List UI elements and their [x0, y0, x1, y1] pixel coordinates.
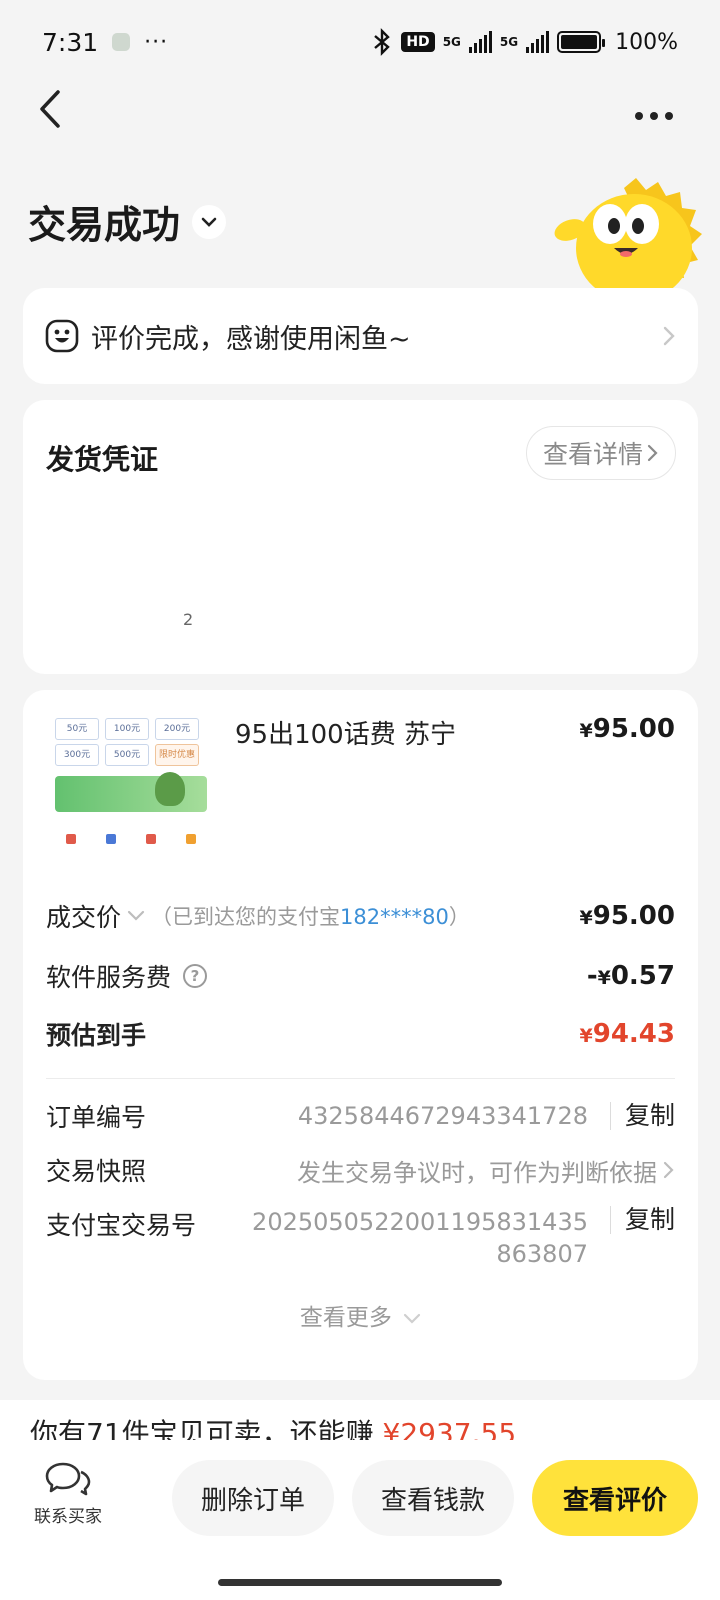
- net-label-2: 5G: [499, 35, 519, 49]
- top-nav: [0, 84, 720, 164]
- bottom-action-bar: 联系买家 删除订单 查看钱款 查看评价: [0, 1440, 720, 1600]
- back-button[interactable]: [30, 84, 70, 134]
- status-bar: 7:31 ··· HD 5G 5G 100%: [0, 0, 720, 84]
- service-fee-label: 软件服务费: [46, 963, 172, 992]
- alipay-trade-number-label: 支付宝交易号: [46, 1211, 197, 1240]
- order-detail-card: 50元 100元 200元 300元 500元 限时优惠 95出100话费 苏宁…: [23, 690, 698, 1380]
- chevron-down-icon: [127, 910, 145, 921]
- chevron-down-icon: [404, 1313, 421, 1324]
- copy-alipay-number-button[interactable]: 复制: [609, 1206, 675, 1234]
- thumb-tile: 500元: [105, 744, 149, 766]
- alipay-trade-number-value: 2025050522001195831435863807: [252, 1208, 588, 1268]
- chevron-down-icon: [201, 217, 217, 227]
- chevron-right-icon: [663, 326, 675, 346]
- xianyu-fish-mascot: [554, 178, 702, 290]
- see-more-label: 查看更多: [299, 1305, 392, 1331]
- order-number-value: 4325844672943341728: [297, 1102, 588, 1130]
- trade-snapshot-value: 发生交易争议时，可作为判断依据: [297, 1158, 657, 1187]
- review-complete-text: 评价完成，感谢使用闲鱼~: [91, 323, 411, 355]
- product-price: ¥95.00: [579, 714, 675, 744]
- chevron-left-icon: [40, 90, 60, 128]
- signal-icon: [468, 31, 492, 53]
- service-fee-row: 软件服务费 ? -¥0.57: [46, 958, 675, 994]
- more-dots-icon: [635, 112, 673, 120]
- status-more-dots: ···: [144, 29, 169, 55]
- help-question-icon[interactable]: ?: [183, 964, 208, 988]
- estimated-income-row: 预估到手 ¥94.43: [46, 1016, 675, 1052]
- chat-bubble-icon: [45, 1462, 91, 1496]
- copy-order-number-button[interactable]: 复制: [609, 1102, 675, 1130]
- status-time: 7:31: [42, 27, 99, 57]
- trade-snapshot-label: 交易快照: [46, 1157, 147, 1186]
- smile-face-icon: [45, 319, 79, 353]
- review-complete-card[interactable]: 评价完成，感谢使用闲鱼~: [23, 288, 698, 384]
- bluetooth-icon: [374, 28, 391, 56]
- service-fee-value: -¥0.57: [586, 961, 675, 991]
- signal-icon-2: [526, 31, 550, 53]
- chevron-right-icon: [647, 444, 658, 462]
- deal-price-label: 成交价: [46, 903, 122, 932]
- shipping-proof-card: 发货凭证 查看详情 2: [23, 400, 698, 674]
- wechat-notification-icon: [112, 33, 131, 51]
- trade-snapshot-row[interactable]: 交易快照 发生交易争议时，可作为判断依据: [46, 1152, 675, 1188]
- estimated-income-value: ¥94.43: [579, 1019, 675, 1049]
- see-more-button[interactable]: 查看更多: [23, 1298, 698, 1332]
- view-details-button[interactable]: 查看详情: [525, 426, 676, 480]
- more-menu-button[interactable]: [634, 94, 674, 129]
- view-review-button[interactable]: 查看评价: [532, 1460, 698, 1536]
- home-indicator[interactable]: [218, 1579, 502, 1586]
- delete-order-button[interactable]: 删除订单: [172, 1460, 334, 1536]
- view-payment-button[interactable]: 查看钱款: [352, 1460, 514, 1536]
- thumb-tile: 200元: [155, 718, 199, 740]
- product-title[interactable]: 95出100话费 苏宁: [235, 714, 456, 751]
- thumb-tile: 50元: [55, 718, 99, 740]
- thumb-banner: [55, 772, 207, 812]
- thumb-tile: 300元: [55, 744, 99, 766]
- product-thumbnail[interactable]: 50元 100元 200元 300元 500元 限时优惠: [51, 714, 211, 874]
- thumb-icons: [51, 834, 211, 844]
- status-title-row: 交易成功: [28, 194, 227, 249]
- title-expand-button[interactable]: [192, 204, 227, 239]
- shipping-proof-title: 发货凭证: [46, 443, 159, 476]
- deal-price-note: （已到达您的支付宝182****80）: [151, 905, 470, 929]
- battery-icon: [557, 31, 606, 53]
- contact-buyer-button[interactable]: 联系买家: [28, 1460, 108, 1527]
- divider: [46, 1078, 675, 1079]
- contact-buyer-label: 联系买家: [34, 1507, 102, 1527]
- proof-image-number: 2: [183, 610, 194, 629]
- deal-price-row[interactable]: 成交价 （已到达您的支付宝182****80） ¥95.00: [46, 898, 675, 934]
- net-label-1: 5G: [442, 35, 461, 49]
- order-number-label: 订单编号: [46, 1103, 147, 1132]
- alipay-trade-number-row: 支付宝交易号 2025050522001195831435863807 复制: [46, 1206, 675, 1270]
- thumb-tile: 限时优惠: [155, 744, 199, 766]
- view-details-label: 查看详情: [542, 440, 643, 469]
- estimated-income-label: 预估到手: [46, 1021, 147, 1050]
- thumb-tile: 100元: [105, 718, 149, 740]
- hd-badge: HD: [401, 32, 435, 52]
- order-number-row: 订单编号 4325844672943341728 复制: [46, 1098, 675, 1134]
- page-title: 交易成功: [28, 203, 181, 247]
- deal-price-value: ¥95.00: [579, 901, 675, 931]
- chevron-right-icon: [663, 1161, 674, 1179]
- battery-level: 100%: [615, 29, 678, 55]
